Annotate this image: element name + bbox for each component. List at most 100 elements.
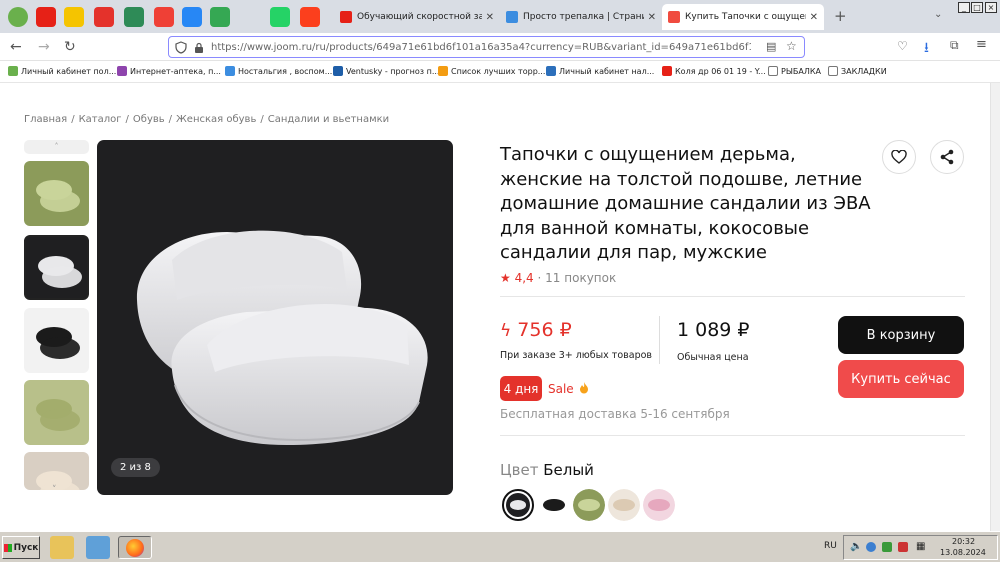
main-product-image[interactable]: 2 из 8 [97,140,453,495]
tab-favicon-icon [668,11,680,23]
thumbs-scroll-down-icon[interactable]: ˅ [52,485,57,495]
browser-tab[interactable]: Просто трепалка | Страница 28 ✕ [500,4,662,30]
swatch-image [538,489,570,521]
chat-icon[interactable] [210,7,230,27]
price-divider [659,316,660,364]
breadcrumb-link[interactable]: Главная [24,114,67,125]
reader-view-icon[interactable]: ▤ [766,40,776,53]
share-icon [940,149,954,165]
gallery-thumbnail[interactable] [24,308,89,373]
forward-icon[interactable]: → [38,39,50,55]
address-bar[interactable]: https://www.joom.ru/ru/products/649a71e6… [168,36,805,58]
bookmark-label: ЗАКЛАДКИ [841,66,887,76]
bookmark-item[interactable]: Личный кабинет пол... [8,66,116,76]
color-swatch[interactable] [538,489,570,521]
swatch-image [506,493,530,517]
share-button[interactable] [930,140,964,174]
new-tab-button[interactable]: + [834,7,847,25]
gallery-thumbnail[interactable] [24,235,89,300]
breadcrumb-link[interactable]: Сандалии и вьетнамки [268,114,389,125]
bookmark-item[interactable]: Личный кабинет нал... [546,66,654,76]
tab-favicon-icon [340,11,352,23]
close-tab-icon[interactable]: ✕ [486,12,494,23]
yandex-icon[interactable] [300,7,320,27]
breadcrumb-link[interactable]: Женская обувь [176,114,256,125]
breadcrumb-link[interactable]: Каталог [79,114,122,125]
tab-favicon-icon [506,11,518,23]
network-icon[interactable] [866,542,876,552]
swatch-image [608,489,640,521]
star-icon: ★ [500,271,511,285]
shield-icon [175,41,187,54]
tray-app-icon[interactable] [898,542,908,552]
close-tab-icon[interactable]: ✕ [810,12,818,23]
reload-icon[interactable]: ↻ [64,39,76,55]
notification-icon[interactable] [94,7,114,27]
bookmark-star-icon[interactable]: ☆ [786,39,797,53]
menu-icon[interactable]: ≡ [976,37,987,52]
volume-icon[interactable]: 🔈 [850,541,862,552]
breadcrumb-separator: / [260,114,264,125]
browser-tab[interactable]: Обучающий скоростной забег. П ✕ [334,4,500,30]
minimize-button[interactable]: _ [958,2,970,13]
bookmark-item[interactable]: Список лучших торр... [438,66,545,76]
rating-value: 4,4 [514,271,534,285]
back-icon[interactable]: ← [10,39,22,55]
url-text: https://www.joom.ru/ru/products/649a71e6… [211,41,751,53]
image-counter: 2 из 8 [111,458,160,477]
divider-bottom [500,435,965,436]
start-button[interactable]: Пуск [2,536,40,559]
language-indicator[interactable]: RU [824,541,837,551]
breadcrumb-separator: / [71,114,75,125]
maximize-button[interactable]: □ [971,2,983,13]
pocket-icon[interactable]: ♡ [897,39,908,53]
lightning-icon: ϟ [500,321,512,341]
product-title: Тапочки с ощущением дерьма, женские на т… [500,144,871,263]
gallery-thumbnail[interactable] [24,161,89,226]
windows-logo-icon [3,543,12,552]
kb-icon[interactable] [124,7,144,27]
extensions-icon[interactable]: ⧉ [950,38,959,53]
color-swatch[interactable] [608,489,640,521]
bookmark-item[interactable]: ЗАКЛАДКИ [828,66,887,76]
bookmark-favicon-icon [8,66,18,76]
add-to-cart-button[interactable]: В корзину [838,316,964,354]
bookmark-item[interactable]: Ностальгия , воспом... [225,66,332,76]
bookmark-label: РЫБАЛКА [781,66,822,76]
firefox-taskbar-icon[interactable] [118,536,152,559]
close-tab-icon[interactable]: ✕ [648,12,656,23]
thumbs-scroll-up-icon[interactable]: ˄ [24,140,89,154]
bookmark-item[interactable]: РЫБАЛКА [768,66,821,76]
color-swatch[interactable] [573,489,605,521]
yandex-games-icon[interactable] [64,7,84,27]
tab-list-button[interactable]: ⌄ [934,9,942,20]
display-icon[interactable]: ▦ [916,541,925,552]
whatsapp-icon[interactable] [270,7,290,27]
gallery-thumbnail[interactable] [24,452,89,490]
color-swatch[interactable] [643,489,675,521]
swatch-image [643,489,675,521]
color-swatch[interactable] [502,489,534,521]
browser-tab[interactable]: Купить Тапочки с ощущением д ✕ [662,4,824,30]
breadcrumb-link[interactable]: Обувь [133,114,165,125]
chrome-icon[interactable] [8,7,28,27]
explorer-taskbar-icon[interactable] [50,536,74,559]
security-icon[interactable] [882,542,892,552]
youtube-icon[interactable] [36,7,56,27]
bookmark-item[interactable]: Коля др 06 01 19 - Y... [662,66,766,76]
close-window-button[interactable]: × [985,2,997,13]
rating-separator: · [537,271,542,285]
buy-now-button[interactable]: Купить сейчас [838,360,964,398]
bookmark-item[interactable]: Ventusky - прогноз п... [333,66,439,76]
breadcrumb-separator: / [168,114,173,125]
f-icon[interactable] [154,7,174,27]
purchase-count[interactable]: 11 покупок [545,271,616,285]
bookmark-item[interactable]: Интернет-аптека, п... [117,66,221,76]
thumbnail-slipper-image [36,399,80,431]
page-scrollbar[interactable] [990,83,1000,531]
favorite-button[interactable] [882,140,916,174]
media-player-taskbar-icon[interactable] [86,536,110,559]
gallery-thumbnail[interactable] [24,380,89,445]
downloads-icon[interactable]: ⭳ [924,37,929,61]
vk-icon[interactable] [182,7,202,27]
